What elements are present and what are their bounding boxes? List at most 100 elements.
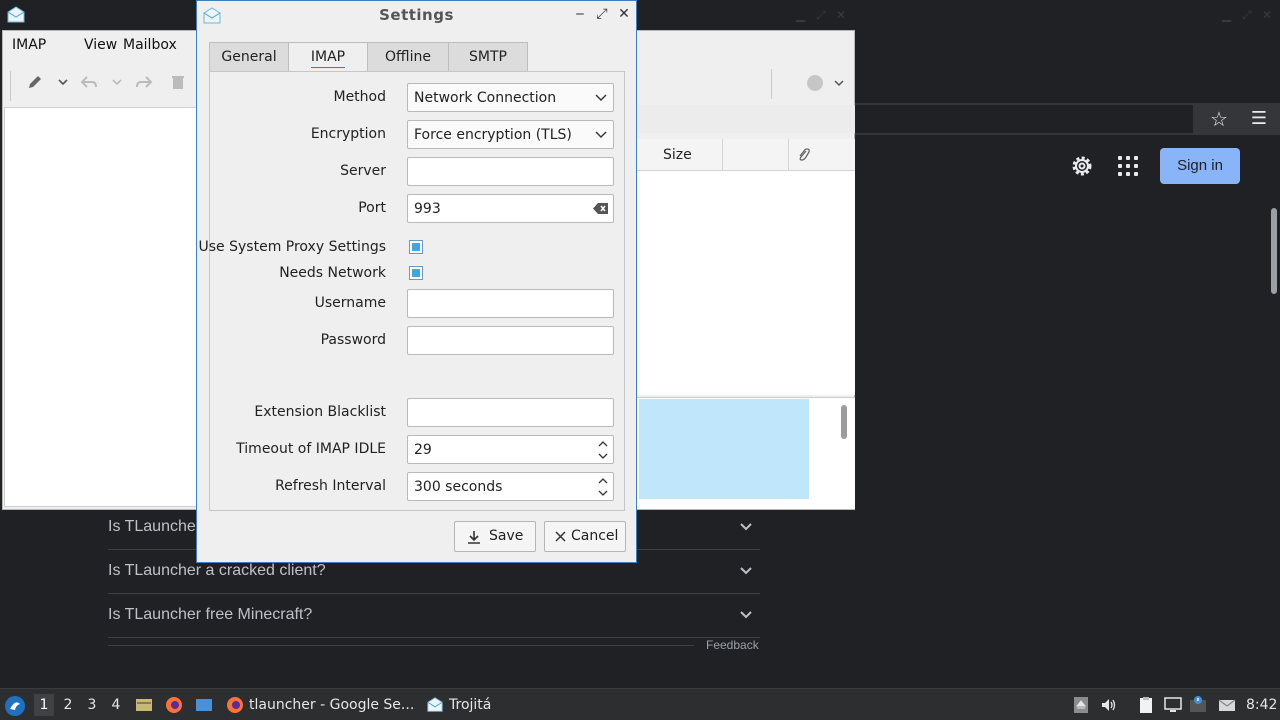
clear-text-icon[interactable] [593, 202, 609, 215]
chevron-down-icon [740, 523, 752, 531]
forward-icon[interactable] [135, 73, 153, 91]
sign-in-button[interactable]: Sign in [1160, 148, 1240, 184]
maximize-icon[interactable]: ⤢ [594, 6, 610, 22]
taskbar: 1 2 3 4 tlauncher - Google Se... Trojitá… [0, 688, 1280, 720]
checkbox-check-icon [412, 269, 420, 277]
message-preview-selection [639, 399, 809, 499]
mail-notifier-icon[interactable] [1218, 696, 1236, 714]
close-icon[interactable]: ✕ [616, 6, 632, 22]
chevron-down-icon[interactable] [108, 73, 126, 91]
tab-imap[interactable]: IMAP [288, 42, 368, 73]
chevron-down-icon [595, 131, 607, 138]
refresh-interval-spinbox[interactable]: 300 seconds [407, 472, 614, 501]
message-filter-bar[interactable] [637, 105, 855, 133]
feedback-link[interactable]: Feedback [706, 638, 759, 652]
spin-arrows-icon[interactable] [597, 439, 609, 461]
download-save-icon [468, 531, 480, 544]
bg-close-icon: ✕ [836, 8, 847, 22]
spin-arrows-icon[interactable] [597, 476, 609, 498]
menu-view[interactable]: View [84, 37, 117, 53]
settings-dialog: Settings ‒ ⤢ ✕ General IMAP Offline SMTP… [196, 0, 637, 563]
url-field[interactable] [855, 105, 1193, 133]
firefox-icon[interactable] [165, 696, 183, 714]
faq-question: Is TLauncher a cracked client? [108, 562, 326, 579]
browser-url-bar: ☆ ☰ [855, 103, 1280, 135]
update-notifier-icon[interactable] [1189, 696, 1207, 714]
bg-maximize-icon: ⤢ [816, 8, 826, 22]
encryption-select[interactable]: Force encryption (TLS) [407, 120, 614, 149]
message-list-header: Size [637, 139, 855, 171]
column-size[interactable]: Size [637, 139, 723, 171]
preview-scrollbar[interactable] [841, 405, 847, 439]
browser-minimize-icon[interactable]: ▁ [1222, 8, 1231, 22]
dialog-titlebar[interactable]: Settings ‒ ⤢ ✕ [197, 1, 636, 30]
reply-icon[interactable] [80, 73, 98, 91]
browser-scrollbar-thumb[interactable] [1271, 208, 1277, 294]
minimize-icon[interactable]: ‒ [572, 6, 588, 22]
faq-question: Is TLauncher [108, 518, 202, 535]
trash-icon[interactable] [169, 73, 187, 91]
tab-general[interactable]: General [209, 42, 289, 72]
extension-blacklist-field[interactable] [407, 398, 614, 427]
port-label: Port [358, 200, 386, 216]
divider [108, 645, 694, 646]
needs-network-checkbox[interactable] [409, 266, 423, 280]
password-field[interactable] [407, 326, 614, 355]
network-monitor-icon[interactable] [1164, 696, 1182, 714]
menu-imap[interactable]: IMAP [12, 37, 46, 53]
menu-mailbox[interactable]: Mailbox [123, 37, 177, 53]
proxy-checkbox[interactable] [409, 240, 423, 254]
browser-titlebar: ▁ ⤢ ✕ ▁ ⤢ ✕ [0, 0, 1280, 30]
username-label: Username [314, 295, 386, 311]
chevron-down-icon[interactable] [833, 77, 845, 89]
volume-icon[interactable] [1100, 696, 1118, 714]
column-blank[interactable] [723, 139, 789, 171]
eject-icon[interactable] [1072, 696, 1090, 714]
needs-network-label: Needs Network [279, 265, 386, 281]
tab-smtp[interactable]: SMTP [448, 42, 528, 72]
bookmark-star-icon[interactable]: ☆ [1207, 107, 1231, 131]
network-globe-icon[interactable] [807, 75, 823, 91]
workspace-1[interactable]: 1 [34, 694, 54, 716]
message-list[interactable] [637, 171, 855, 395]
clipboard-icon[interactable] [1137, 696, 1155, 714]
workspace-4[interactable]: 4 [106, 694, 126, 716]
timeout-spinbox[interactable]: 29 [407, 435, 614, 464]
browser-close-icon[interactable]: ✕ [1262, 8, 1272, 22]
username-field[interactable] [407, 289, 614, 318]
dialog-title: Settings [379, 6, 454, 24]
chevron-down-icon[interactable] [54, 73, 72, 91]
task-trojita[interactable]: Trojitá [426, 689, 506, 720]
browser-menu-icon[interactable]: ☰ [1247, 107, 1271, 131]
file-manager-icon[interactable] [135, 696, 153, 714]
start-menu-icon[interactable] [4, 695, 26, 717]
trojita-app-icon [7, 6, 25, 23]
extension-blacklist-label: Extension Blacklist [254, 404, 386, 420]
server-field[interactable] [407, 157, 614, 186]
password-label: Password [320, 332, 386, 348]
browser-maximize-icon[interactable]: ⤢ [1242, 8, 1252, 23]
method-select[interactable]: Network Connection [407, 83, 614, 112]
show-desktop-icon[interactable] [195, 696, 213, 714]
faq-question: Is TLauncher free Minecraft? [108, 606, 313, 623]
faq-item[interactable]: Is TLauncher free Minecraft? [108, 594, 760, 638]
cancel-button[interactable]: Cancel [544, 521, 626, 552]
timeout-label: Timeout of IMAP IDLE [236, 441, 386, 457]
column-attachment[interactable] [789, 139, 855, 171]
clock[interactable]: 8:42 [1246, 689, 1277, 720]
mailbox-tree[interactable] [4, 107, 197, 507]
tab-offline[interactable]: Offline [367, 42, 449, 72]
save-button[interactable]: Save [454, 521, 536, 552]
port-field[interactable]: 993 [407, 194, 614, 223]
workspace-2[interactable]: 2 [58, 694, 78, 716]
compose-pencil-icon[interactable] [26, 73, 44, 91]
google-apps-icon[interactable] [1116, 154, 1140, 178]
paperclip-icon [799, 148, 810, 161]
task-browser[interactable]: tlauncher - Google Se... [226, 689, 416, 720]
bg-minimize-icon: ▁ [796, 8, 806, 22]
encryption-label: Encryption [310, 126, 386, 142]
server-label: Server [340, 163, 386, 179]
cancel-x-icon [555, 531, 566, 542]
settings-gear-icon[interactable] [1069, 153, 1095, 179]
workspace-3[interactable]: 3 [82, 694, 102, 716]
